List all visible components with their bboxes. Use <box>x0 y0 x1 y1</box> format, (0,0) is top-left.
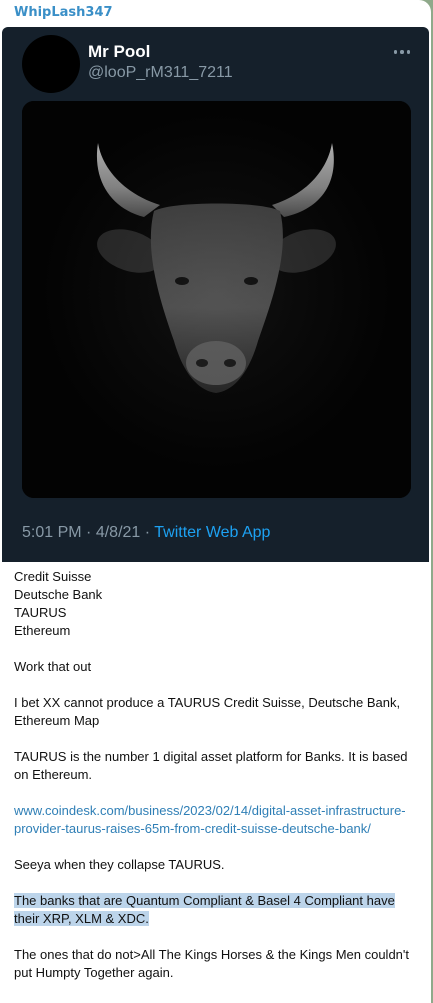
message-paragraph: Work that out <box>14 659 92 674</box>
tweet-source-app: Twitter Web App <box>154 524 271 541</box>
sender-name[interactable]: WhipLash347 <box>14 5 113 20</box>
message-line: Deutsche Bank <box>14 587 103 602</box>
tweet-screenshot[interactable]: Mr Pool @looP_rM311_7211 5:01 PM · 4/8/2… <box>2 27 429 562</box>
message-paragraph: Seeya when they collapse TAURUS. <box>14 857 225 872</box>
tweet-time: 5:01 PM <box>22 524 82 541</box>
tweet-meta-separator: · <box>144 524 151 541</box>
selected-paragraph: The banks that are Quantum Compliant & B… <box>14 893 395 926</box>
message-line: Ethereum <box>14 623 71 638</box>
tweet-date: 4/8/21 <box>95 524 141 541</box>
tweet-meta-separator: · <box>86 524 92 541</box>
avatar <box>22 35 80 93</box>
tweet-timestamp: 5:01 PM · 4/8/21 · Twitter Web App <box>22 524 270 542</box>
bull-photo <box>22 101 411 498</box>
more-dots-icon <box>390 45 414 59</box>
message-paragraph: TAURUS is the number 1 digital asset pla… <box>14 749 408 782</box>
message-text: Credit Suisse Deutsche Bank TAURUS Ether… <box>14 568 419 982</box>
tweet-author-name: Mr Pool <box>88 42 151 61</box>
message-line: TAURUS <box>14 605 67 620</box>
message-paragraph: The ones that do not>All The Kings Horse… <box>14 947 410 980</box>
message-paragraph: I bet XX cannot produce a TAURUS Credit … <box>14 695 401 728</box>
tweet-author-handle: @looP_rM311_7211 <box>88 64 233 81</box>
message-bubble: WhipLash347 Mr Pool @looP_rM311_7211 5:0… <box>0 0 431 1003</box>
coindesk-link[interactable]: www.coindesk.com/business/2023/02/14/dig… <box>14 803 406 836</box>
message-line: Credit Suisse <box>14 569 92 584</box>
